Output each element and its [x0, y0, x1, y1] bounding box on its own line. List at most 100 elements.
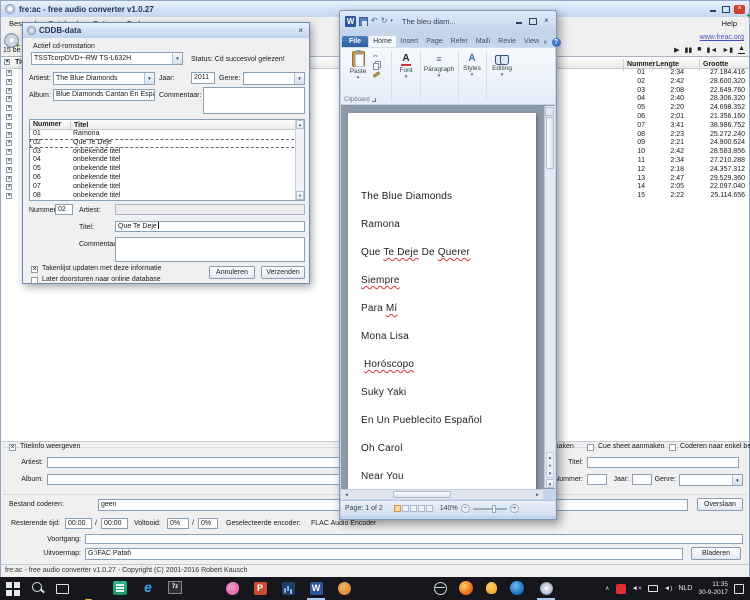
antivirus-tray-icon[interactable]: [616, 584, 626, 594]
track-checkbox[interactable]: [6, 114, 12, 120]
track-checkbox[interactable]: [6, 149, 12, 155]
track-checkbox[interactable]: [6, 132, 12, 138]
document-line[interactable]: Para Mí: [361, 303, 536, 331]
tab-references[interactable]: Refer: [447, 36, 472, 47]
track-checkbox[interactable]: [6, 193, 12, 199]
paste-button[interactable]: Paste ▼: [345, 51, 371, 80]
document-line[interactable]: The Blue Diamonds: [361, 191, 536, 219]
zoom-level[interactable]: 140%: [440, 505, 458, 512]
maximize-icon[interactable]: [528, 17, 537, 26]
font-group-button[interactable]: A Font ▼: [394, 53, 418, 79]
title-field[interactable]: [587, 457, 739, 468]
tab-home[interactable]: Home: [368, 35, 397, 47]
cddb-track-row[interactable]: 07onbekende titel: [30, 183, 304, 192]
zoom-out-icon[interactable]: −: [461, 504, 470, 513]
freac-taskbar-icon[interactable]: [538, 580, 554, 596]
minimize-icon[interactable]: [514, 17, 523, 26]
track-title-field[interactable]: Que Te Deje: [115, 221, 305, 232]
track-checkbox[interactable]: [6, 158, 12, 164]
scroll-left-icon[interactable]: ◄: [342, 491, 351, 498]
action-center-icon[interactable]: [734, 584, 744, 594]
copy-icon[interactable]: [373, 63, 379, 70]
update-joblist-checkbox[interactable]: [31, 266, 38, 273]
eject-icon[interactable]: ▲: [738, 46, 745, 54]
powerpoint-icon[interactable]: P: [252, 580, 268, 596]
close-icon[interactable]: ×: [296, 26, 305, 35]
restore-icon[interactable]: [721, 5, 730, 14]
cddb-titlebar[interactable]: CDDB-data ×: [23, 23, 309, 38]
web-layout-view-icon[interactable]: [410, 505, 417, 512]
chevron-down-icon[interactable]: ▼: [144, 73, 154, 84]
7zip-icon[interactable]: 7z: [168, 581, 182, 594]
document-line[interactable]: Suky Yaki: [361, 387, 536, 415]
hidden-icons-chevron[interactable]: ∧: [605, 585, 609, 592]
artist-combo[interactable]: The Blue Diamonds ▼: [53, 72, 155, 85]
year-field[interactable]: [632, 474, 652, 485]
paint-app-icon[interactable]: [224, 580, 240, 596]
paragraph-group-button[interactable]: ≡ Paragraph ▼: [422, 53, 456, 78]
album-field[interactable]: Blue Diamonds Cantan En Español: [53, 89, 155, 101]
zoom-slider-thumb[interactable]: [492, 505, 496, 513]
clock[interactable]: 11:35 30-9-2017: [698, 581, 728, 597]
next-page-icon[interactable]: ▼: [548, 471, 552, 476]
redo-icon[interactable]: ↻: [381, 16, 388, 26]
network-icon[interactable]: [648, 585, 658, 592]
document-line[interactable]: Horóscopo: [361, 359, 536, 387]
scrollbar-thumb[interactable]: [393, 491, 451, 498]
pause-icon[interactable]: ▮▮: [685, 46, 693, 54]
word-titlebar[interactable]: W ↶ ↻ ▾ The bleu diam... ×: [340, 11, 556, 31]
track-number-field[interactable]: 02: [55, 204, 73, 215]
close-icon[interactable]: ×: [542, 17, 551, 26]
fullscreen-view-icon[interactable]: [402, 505, 409, 512]
search-icon[interactable]: [30, 580, 46, 596]
editing-group-button[interactable]: Editing ▼: [488, 53, 516, 77]
help-icon[interactable]: ?: [552, 38, 561, 47]
document-line[interactable]: Siempre: [361, 275, 536, 303]
file-explorer-icon[interactable]: [84, 596, 100, 600]
cuesheet-checkbox[interactable]: [587, 444, 594, 451]
track-checkbox[interactable]: [6, 123, 12, 129]
next-track-icon[interactable]: ►▮: [722, 46, 733, 54]
format-painter-icon[interactable]: [373, 71, 380, 77]
cddb-track-row[interactable]: 02Que Te Deje: [30, 139, 304, 148]
freac-website-link[interactable]: www.freac.org: [700, 34, 744, 41]
scroll-right-icon[interactable]: ►: [533, 491, 542, 498]
chevron-down-icon[interactable]: ▼: [294, 73, 304, 84]
scroll-down-icon[interactable]: ▼: [546, 479, 554, 488]
stop-icon[interactable]: ■: [697, 46, 701, 54]
tab-page-layout[interactable]: Page: [422, 36, 446, 47]
cut-icon[interactable]: ✂: [373, 53, 380, 60]
skip-button[interactable]: Overslaan: [697, 498, 743, 511]
tab-review[interactable]: Revie: [494, 36, 520, 47]
cddb-track-row[interactable]: 03onbekende titel: [30, 148, 304, 157]
notes-app-icon[interactable]: [112, 580, 128, 596]
firefox-icon[interactable]: [458, 580, 474, 596]
globe-app-icon[interactable]: [432, 580, 448, 596]
browse-button[interactable]: Bladeren: [691, 547, 741, 560]
qat-customize-icon[interactable]: ▾: [390, 16, 393, 26]
cddb-track-row[interactable]: 04onbekende titel: [30, 156, 304, 165]
document-line[interactable]: Mona Lisa: [361, 331, 536, 359]
print-layout-view-icon[interactable]: [394, 505, 401, 512]
draft-view-icon[interactable]: [426, 505, 433, 512]
menu-help[interactable]: Help: [712, 18, 747, 29]
tracknumber-field[interactable]: [587, 474, 607, 485]
utility-app-icon[interactable]: [336, 580, 352, 596]
track-comment-textarea[interactable]: [115, 237, 305, 262]
undo-icon[interactable]: ↶: [371, 16, 378, 26]
document-page[interactable]: The Blue DiamondsRamonaQue Te Deje De Qu…: [348, 113, 536, 489]
column-number[interactable]: Nummer: [33, 121, 61, 128]
thunderbird-icon[interactable]: [509, 580, 525, 596]
track-checkbox[interactable]: [6, 88, 12, 94]
tab-file[interactable]: File: [342, 36, 368, 47]
task-view-icon[interactable]: [54, 580, 70, 596]
cddb-track-row[interactable]: 01Ramona: [30, 130, 304, 139]
outdir-field[interactable]: G:\FAC Patat\: [85, 548, 683, 560]
volume-icon[interactable]: ◄): [664, 585, 673, 592]
scrollbar-thumb[interactable]: [546, 117, 554, 169]
cddb-track-row[interactable]: 08onbekende titel: [30, 192, 304, 201]
play-icon[interactable]: ▶: [674, 46, 679, 54]
save-icon[interactable]: [359, 17, 368, 26]
table-scrollbar[interactable]: ▲ ▼: [295, 120, 304, 200]
document-line[interactable]: En Un Pueblecito Español: [361, 415, 536, 443]
